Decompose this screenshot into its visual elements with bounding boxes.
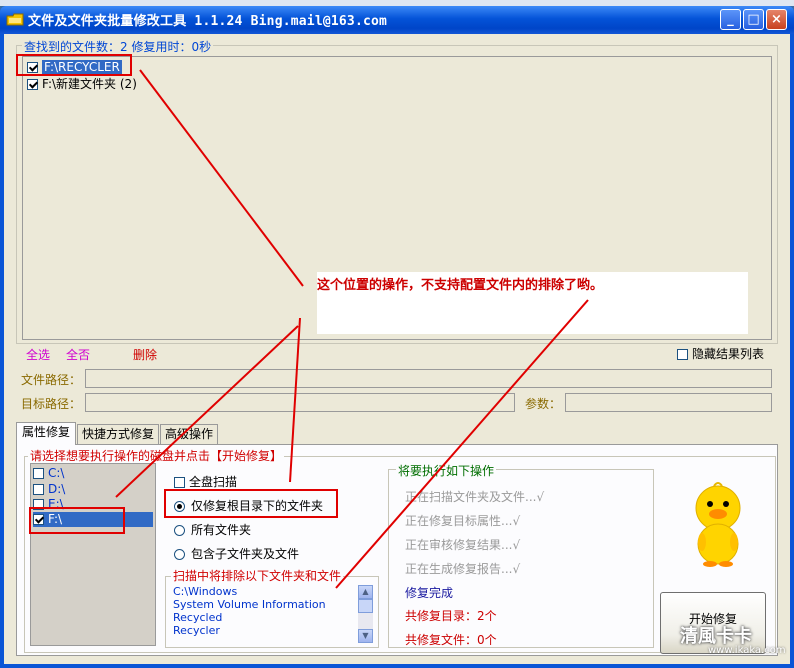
watermark-url: www.ikaka.com bbox=[708, 645, 786, 656]
annotation-arrows bbox=[115, 69, 589, 589]
tab-attribute-repair[interactable]: 属性修复 bbox=[16, 422, 76, 445]
arrow-line bbox=[139, 69, 304, 287]
arrow-line bbox=[115, 325, 299, 498]
arrow-line bbox=[335, 299, 589, 589]
arrow-line bbox=[289, 317, 301, 483]
